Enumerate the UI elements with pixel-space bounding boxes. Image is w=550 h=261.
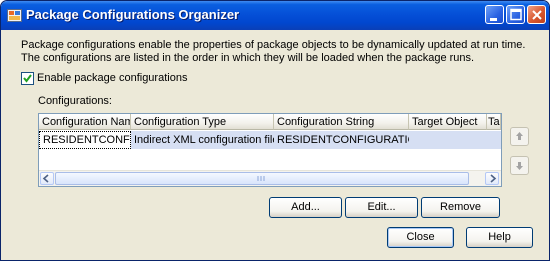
title-bar[interactable]: Package Configurations Organizer xyxy=(1,1,549,30)
horizontal-scrollbar[interactable] xyxy=(39,170,501,186)
table-row[interactable]: RESIDENTCONFIG Indirect XML configuratio… xyxy=(39,131,501,149)
minimize-button[interactable] xyxy=(485,5,504,24)
maximize-button[interactable] xyxy=(506,5,525,24)
arrow-down-icon xyxy=(516,162,523,170)
configurations-grid[interactable]: Configuration Name Configuration Type Co… xyxy=(38,113,502,187)
window-title: Package Configurations Organizer xyxy=(26,7,240,22)
cell-configuration-name[interactable]: RESIDENTCONFIG xyxy=(39,131,131,149)
grid-header: Configuration Name Configuration Type Co… xyxy=(39,114,501,130)
column-header-target-property[interactable]: Tar xyxy=(487,114,501,130)
close-window-button[interactable] xyxy=(527,5,546,24)
help-button[interactable]: Help xyxy=(466,227,533,248)
minimize-icon xyxy=(490,18,497,21)
arrow-up-icon xyxy=(516,132,523,140)
maximize-icon xyxy=(510,8,522,21)
move-up-button[interactable] xyxy=(510,127,529,146)
grip-icon xyxy=(257,176,265,181)
chevron-right-icon xyxy=(490,174,497,183)
edit-button[interactable]: Edit... xyxy=(345,197,418,218)
description-text: Package configurations enable the proper… xyxy=(21,39,526,64)
cell-configuration-string[interactable]: RESIDENTCONFIGURATION xyxy=(274,131,409,149)
column-header-target-object[interactable]: Target Object xyxy=(409,114,487,130)
move-down-button[interactable] xyxy=(510,156,529,175)
dialog-window: Package Configurations Organizer Package… xyxy=(0,0,550,261)
enable-configurations-label: Enable package configurations xyxy=(37,72,188,84)
cell-configuration-type[interactable]: Indirect XML configuration file xyxy=(131,131,274,149)
close-button[interactable]: Close xyxy=(387,227,454,248)
enable-configurations-checkbox[interactable] xyxy=(21,72,34,85)
cell-target-object[interactable] xyxy=(409,131,501,149)
column-header-configuration-string[interactable]: Configuration String xyxy=(274,114,409,130)
column-header-configuration-name[interactable]: Configuration Name xyxy=(39,114,131,130)
scroll-left-button[interactable] xyxy=(40,172,54,185)
column-header-configuration-type[interactable]: Configuration Type xyxy=(131,114,274,130)
chevron-left-icon xyxy=(42,174,49,183)
remove-button[interactable]: Remove xyxy=(421,197,500,218)
add-button[interactable]: Add... xyxy=(269,197,342,218)
scroll-right-button[interactable] xyxy=(485,172,499,185)
app-icon xyxy=(7,8,22,23)
close-icon xyxy=(532,10,542,20)
checkmark-icon xyxy=(23,74,32,83)
scroll-thumb[interactable] xyxy=(55,172,469,185)
configurations-label: Configurations: xyxy=(38,95,112,107)
